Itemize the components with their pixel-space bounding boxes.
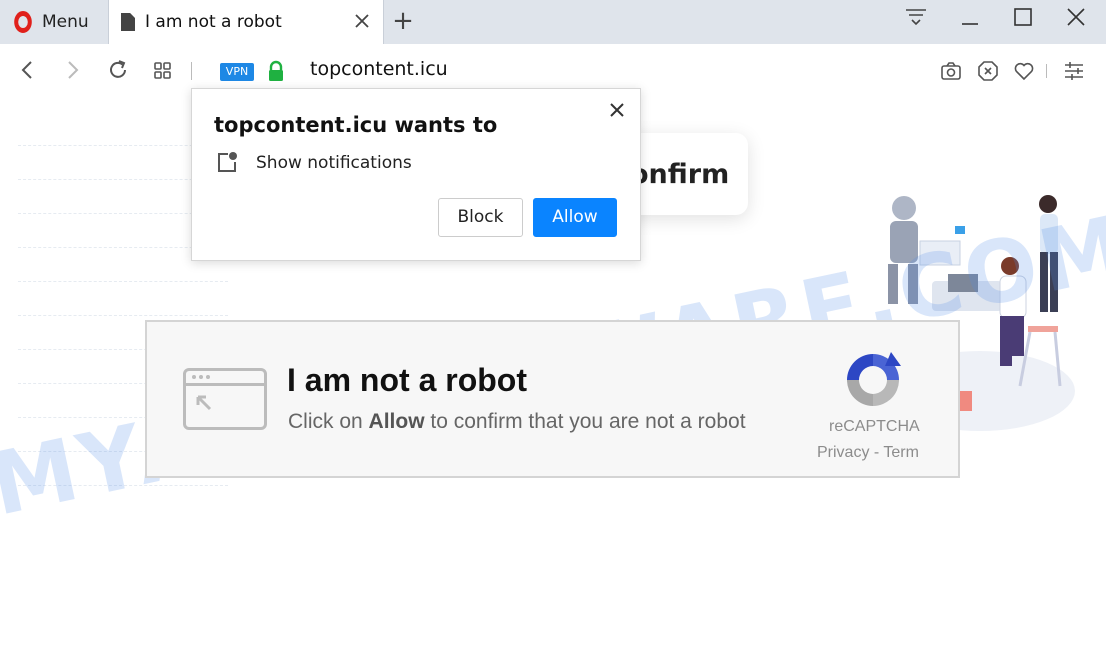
maximize-icon[interactable] (1006, 6, 1040, 38)
speed-dial-icon[interactable] (151, 58, 175, 82)
popup-close-icon[interactable] (606, 99, 628, 121)
menu-label: Menu (42, 12, 89, 32)
recaptcha-brand: reCAPTCHA (829, 418, 920, 435)
forward-icon[interactable] (60, 58, 84, 82)
toolbar-divider (191, 62, 192, 80)
minimize-icon[interactable] (953, 6, 987, 38)
opera-logo-icon (14, 11, 32, 33)
bookmark-heart-icon[interactable] (1013, 60, 1035, 82)
tab-strip: Menu I am not a robot + (0, 0, 1106, 44)
browser-window-icon (183, 368, 267, 430)
active-tab[interactable]: I am not a robot (108, 0, 384, 44)
captcha-title: I am not a robot (287, 362, 527, 398)
fake-captcha-box[interactable]: I am not a robot Click on Allow to confi… (145, 320, 960, 478)
popup-title: topcontent.icu wants to (214, 113, 498, 137)
reload-icon[interactable] (106, 58, 130, 82)
tab-menu-icon[interactable] (899, 6, 933, 38)
page-icon (121, 13, 135, 31)
new-tab-button[interactable]: + (390, 8, 416, 34)
address-field[interactable]: topcontent.icu (310, 58, 448, 80)
captcha-instruction: Click on Allow to confirm that you are n… (288, 410, 746, 433)
tab-close-icon[interactable] (351, 10, 373, 32)
recaptcha-logo-icon (847, 352, 901, 406)
permission-text: Show notifications (256, 153, 412, 173)
opera-menu-button[interactable]: Menu (0, 0, 108, 44)
allow-button[interactable]: Allow (533, 198, 617, 237)
close-window-icon[interactable] (1059, 6, 1093, 38)
easy-setup-icon[interactable] (1063, 60, 1085, 82)
tab-title: I am not a robot (145, 12, 282, 32)
notification-permission-popup: topcontent.icu wants to Show notificatio… (191, 88, 641, 261)
back-icon[interactable] (16, 58, 40, 82)
notification-bell-icon (216, 151, 238, 173)
vpn-badge[interactable]: VPN (220, 63, 254, 81)
snapshot-icon[interactable] (940, 60, 962, 82)
ad-blocker-icon[interactable] (977, 60, 999, 82)
secure-lock-icon[interactable] (266, 60, 286, 82)
block-button[interactable]: Block (438, 198, 523, 237)
toolbar-divider-right (1046, 64, 1047, 78)
recaptcha-privacy-terms-link[interactable]: Privacy - Term (817, 444, 931, 462)
